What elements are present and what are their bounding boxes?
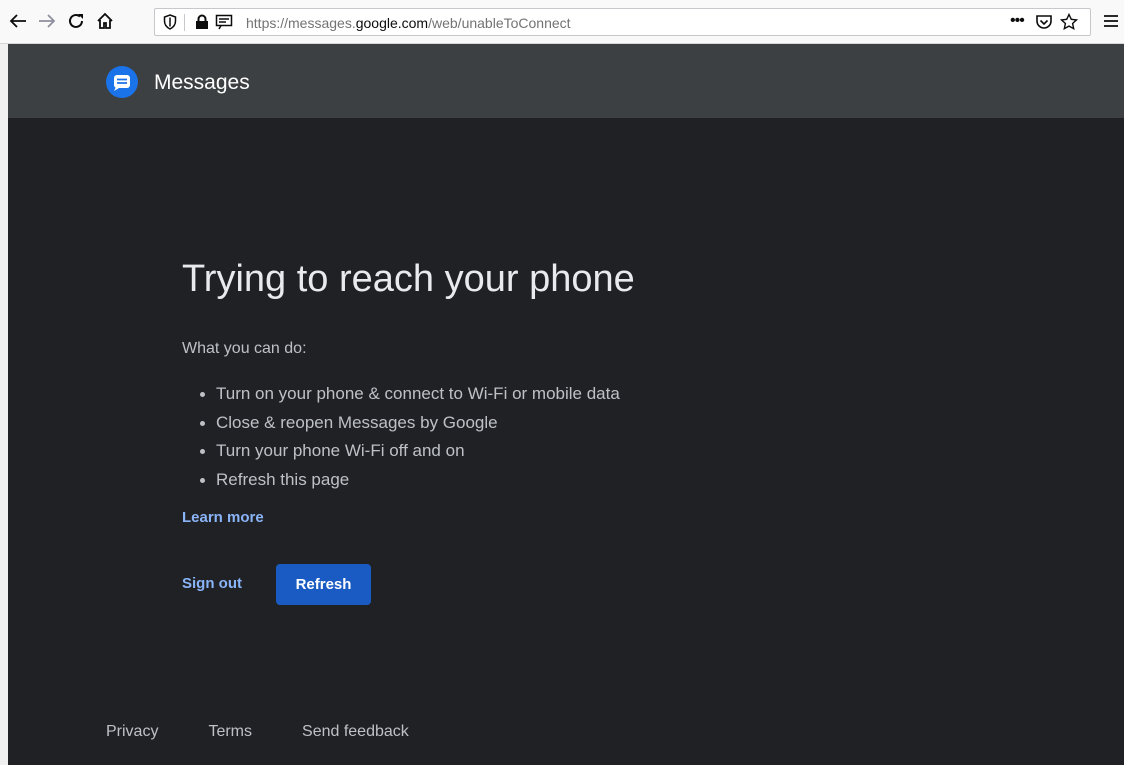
star-icon[interactable] <box>1059 12 1079 36</box>
refresh-button[interactable]: Refresh <box>276 564 371 605</box>
back-arrow-icon[interactable] <box>5 8 31 34</box>
messages-logo-icon <box>106 66 138 98</box>
privacy-link[interactable]: Privacy <box>106 723 158 740</box>
home-icon[interactable] <box>92 8 118 34</box>
forward-arrow-icon[interactable] <box>34 8 60 34</box>
send-feedback-link[interactable]: Send feedback <box>302 723 409 740</box>
more-actions-icon[interactable]: ••• <box>1010 12 1025 30</box>
page-title: Trying to reach your phone <box>182 258 635 300</box>
what-you-can-do-label: What you can do: <box>182 340 307 357</box>
sign-out-button[interactable]: Sign out <box>182 575 242 592</box>
url-text[interactable]: https://messages.google.com/web/unableTo… <box>246 15 571 31</box>
list-item: Refresh this page <box>200 466 620 495</box>
url-separator <box>184 14 185 31</box>
browser-toolbar: https://messages.google.com/web/unableTo… <box>0 0 1124 44</box>
shield-icon[interactable] <box>163 14 177 35</box>
pocket-icon[interactable] <box>1035 14 1053 36</box>
terms-link[interactable]: Terms <box>208 723 252 740</box>
hamburger-menu-icon[interactable] <box>1098 8 1124 34</box>
list-item: Close & reopen Messages by Google <box>200 409 620 438</box>
list-item: Turn on your phone & connect to Wi-Fi or… <box>200 380 620 409</box>
reader-view-icon[interactable] <box>215 14 233 35</box>
url-bar[interactable]: https://messages.google.com/web/unableTo… <box>154 8 1091 36</box>
lock-icon[interactable] <box>195 14 209 35</box>
reload-icon[interactable] <box>63 8 89 34</box>
tips-list: Turn on your phone & connect to Wi-Fi or… <box>182 380 620 494</box>
window-edge <box>0 44 8 765</box>
footer-links: Privacy Terms Send feedback <box>106 723 459 741</box>
main-content: Trying to reach your phone What you can … <box>8 118 1124 765</box>
learn-more-link[interactable]: Learn more <box>182 509 264 526</box>
list-item: Turn your phone Wi-Fi off and on <box>200 437 620 466</box>
app-title: Messages <box>154 71 250 94</box>
app-header: Messages <box>8 44 1124 118</box>
